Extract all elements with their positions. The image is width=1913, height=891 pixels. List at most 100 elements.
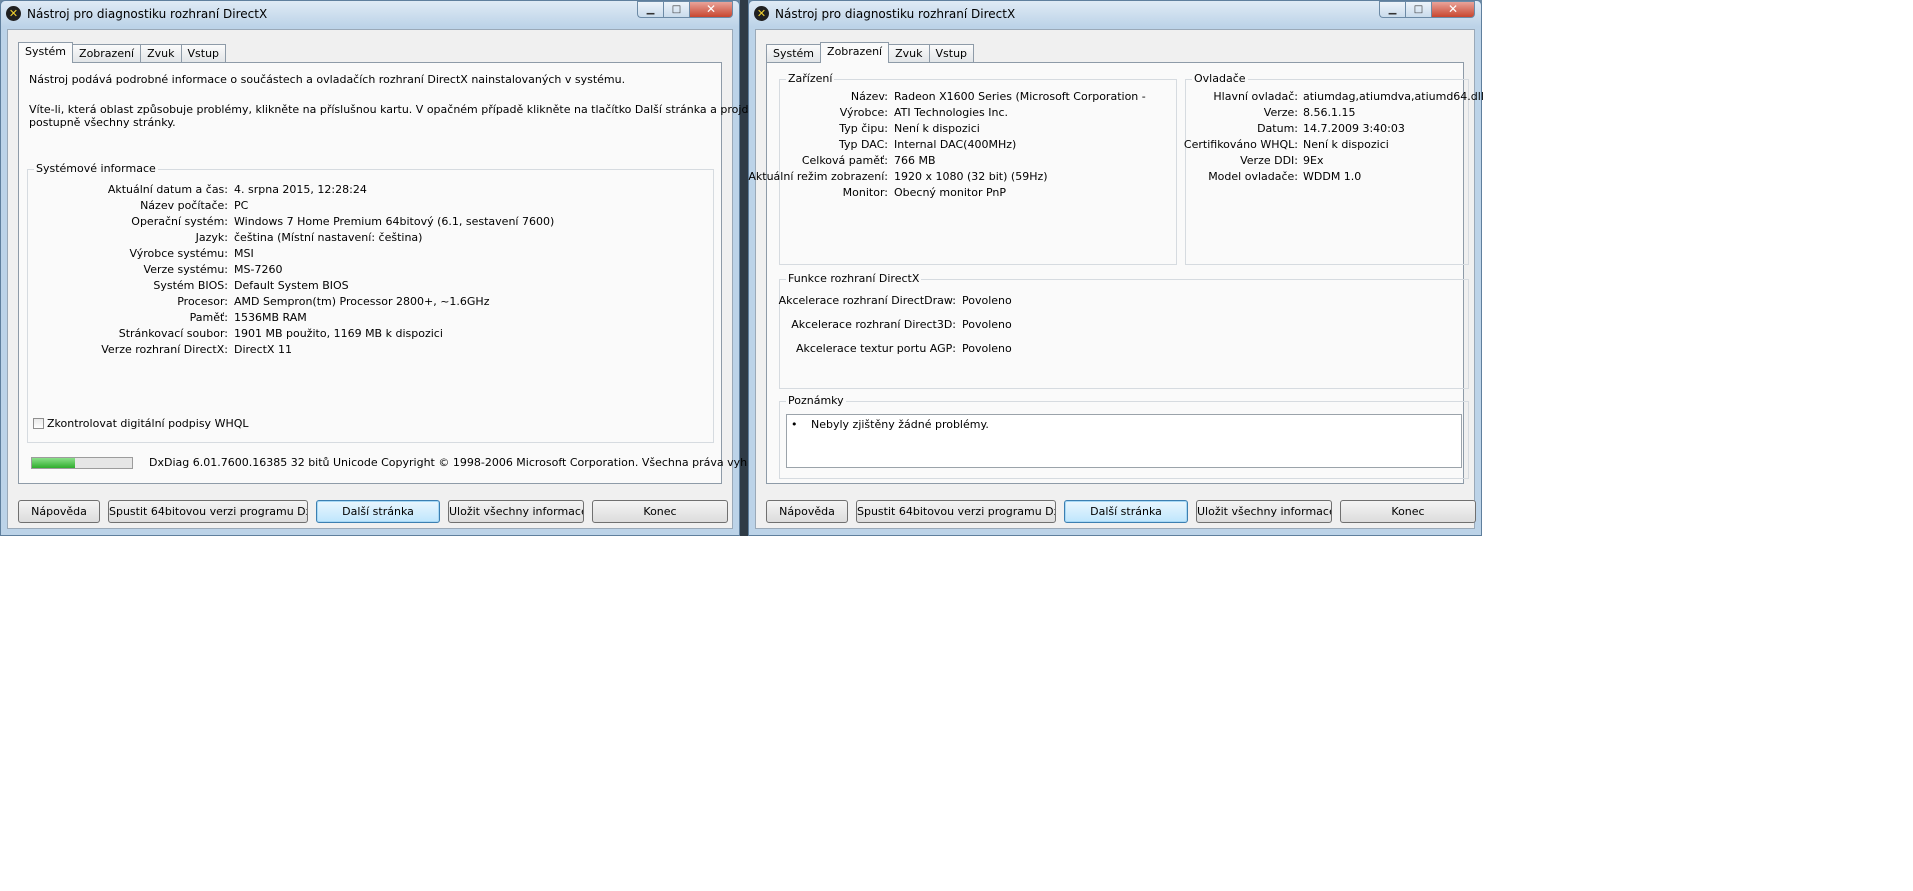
close-icon: ✕ xyxy=(705,2,717,16)
system-info-row-value: 1536MB RAM xyxy=(234,311,307,324)
system-info-row-label: Stránkovací soubor: xyxy=(118,327,228,340)
tab-input[interactable]: Vstup xyxy=(928,44,975,62)
system-info-row-value: Default System BIOS xyxy=(234,279,349,292)
device-row-value: Není k dispozici xyxy=(894,122,980,135)
system-info-row-label: Jazyk: xyxy=(195,231,228,244)
device-row-value: ATI Technologies Inc. xyxy=(894,106,1009,119)
driver-row-value: 9Ex xyxy=(1303,154,1324,167)
tab-panel-system: Nástroj podává podrobné informace o souč… xyxy=(18,62,788,484)
system-info-row: Paměť: 1536MB RAM xyxy=(28,311,713,327)
directx-icon: ✕ xyxy=(6,6,21,21)
system-info-row-label: Verze systému: xyxy=(143,263,228,276)
minimize-button[interactable]: ▁ xyxy=(637,1,663,18)
driver-row-value: Není k dispozici xyxy=(1303,138,1389,151)
whql-checkbox[interactable] xyxy=(33,418,44,429)
copyright-text: DxDiag 6.01.7600.16385 32 bitů Unicode C… xyxy=(149,456,789,469)
driver-row-value: atiumdag,atiumdva,atiumd64.dll xyxy=(1303,90,1484,103)
tab-display[interactable]: Zobrazení xyxy=(72,44,142,62)
driver-row-label: Verze DDI: xyxy=(1240,154,1298,167)
system-info-row-value: čeština (Místní nastavení: čeština) xyxy=(234,231,423,244)
help-button[interactable]: Nápověda xyxy=(18,500,100,523)
intro-text-2b: postupně všechny stránky. xyxy=(29,116,176,129)
device-row: Typ DAC: Internal DAC(400MHz) xyxy=(780,138,1176,154)
window-client: Systém Zobrazení Zvuk Vstup Nástroj podá… xyxy=(7,29,788,529)
save-all-button[interactable]: Uložit všechny informace... xyxy=(1196,500,1332,523)
device-row-label: Typ čipu: xyxy=(839,122,888,135)
maximize-icon: □ xyxy=(1413,4,1424,15)
device-row-label: Výrobce: xyxy=(839,106,888,119)
system-info-row-label: Verze rozhraní DirectX: xyxy=(101,343,228,356)
system-info-row: Procesor: AMD Sempron(tm) Processor 2800+… xyxy=(28,295,713,311)
window-title: Nástroj pro diagnostiku rozhraní DirectX xyxy=(27,7,268,21)
system-info-row-label: Procesor: xyxy=(177,295,228,308)
driver-row: Datum: 14.7.2009 3:40:03 xyxy=(1186,122,1468,138)
window-controls: ▁ □ ✕ xyxy=(1379,1,1475,18)
next-page-button[interactable]: Další stránka xyxy=(1064,500,1188,523)
system-info-row-value: MS-7260 xyxy=(234,263,283,276)
driver-row: Certifikováno WHQL: Není k dispozici xyxy=(1183,138,1468,154)
feature-row-label: Akcelerace rozhraní DirectDraw: xyxy=(778,294,956,307)
device-row-label: Název: xyxy=(850,90,888,103)
system-info-row: Výrobce systému: MSI xyxy=(28,247,713,263)
minimize-icon: ▁ xyxy=(646,4,655,15)
maximize-button[interactable]: □ xyxy=(663,1,689,18)
tab-display[interactable]: Zobrazení xyxy=(820,42,890,63)
title-bar[interactable]: ✕ Nástroj pro diagnostiku rozhraní Direc… xyxy=(1,1,739,27)
maximize-icon: □ xyxy=(671,4,682,15)
system-info-row-value: 4. srpna 2015, 12:28:24 xyxy=(234,183,367,196)
device-row-value: Internal DAC(400MHz) xyxy=(894,138,1017,151)
minimize-button[interactable]: ▁ xyxy=(1379,1,1405,18)
tab-strip: Systém Zobrazení Zvuk Vstup xyxy=(766,42,975,63)
driver-row-value: 14.7.2009 3:40:03 xyxy=(1303,122,1405,135)
tab-system[interactable]: Systém xyxy=(766,44,822,62)
tab-sound[interactable]: Zvuk xyxy=(888,44,930,62)
notes-title: Poznámky xyxy=(786,394,846,407)
system-info-row: Verze rozhraní DirectX: DirectX 11 xyxy=(28,343,713,359)
system-info-row: Stránkovací soubor: 1901 MB použito, 1169… xyxy=(28,327,713,343)
directx-features-group: Funkce rozhraní DirectX Akcelerace rozhr… xyxy=(778,272,1469,389)
system-info-row: Verze systému: MS-7260 xyxy=(28,263,713,279)
exit-button[interactable]: Konec xyxy=(592,500,728,523)
exit-button[interactable]: Konec xyxy=(1340,500,1476,523)
system-info-row-value: Windows 7 Home Premium 64bitový (6.1, se… xyxy=(234,215,555,228)
run-64bit-button[interactable]: Spustit 64bitovou verzi programu DxDiag xyxy=(856,500,1056,523)
system-info-row-value: DirectX 11 xyxy=(234,343,292,356)
next-page-button[interactable]: Další stránka xyxy=(316,500,440,523)
system-info-title: Systémové informace xyxy=(34,162,158,175)
device-row: Výrobce: ATI Technologies Inc. xyxy=(780,106,1176,122)
intro-text-1: Nástroj podává podrobné informace o souč… xyxy=(29,73,626,86)
run-64bit-button[interactable]: Spustit 64bitovou verzi programu DxDiag xyxy=(108,500,308,523)
feature-row-label: Akcelerace rozhraní Direct3D: xyxy=(791,318,956,331)
device-row-label: Celková paměť: xyxy=(801,154,888,167)
tab-system[interactable]: Systém xyxy=(18,42,74,63)
progress-fill xyxy=(32,458,75,468)
system-info-row-label: Aktuální datum a čas: xyxy=(107,183,228,196)
feature-row-value: Povoleno xyxy=(962,294,1012,307)
device-row-value: 1920 x 1080 (32 bit) (59Hz) xyxy=(894,170,1048,183)
system-info-row: Název počítače: PC xyxy=(28,199,713,215)
tab-input[interactable]: Vstup xyxy=(180,44,227,62)
help-button[interactable]: Nápověda xyxy=(766,500,848,523)
tab-sound[interactable]: Zvuk xyxy=(140,44,182,62)
device-row-value: Obecný monitor PnP xyxy=(894,186,1007,199)
driver-row-label: Certifikováno WHQL: xyxy=(1183,138,1298,151)
feature-row-label: Akcelerace textur portu AGP: xyxy=(795,342,956,355)
device-row: Monitor: Obecný monitor PnP xyxy=(780,186,1176,202)
whql-label[interactable]: Zkontrolovat digitální podpisy WHQL xyxy=(47,417,249,430)
close-button[interactable]: ✕ xyxy=(1431,1,1475,18)
close-button[interactable]: ✕ xyxy=(689,1,733,18)
feature-row: Akcelerace textur portu AGP: Povoleno xyxy=(780,342,1468,358)
device-row-value: Radeon X1600 Series (Microsoft Corporati… xyxy=(894,90,1146,103)
system-info-row-label: Systém BIOS: xyxy=(153,279,228,292)
title-bar[interactable]: ✕ Nástroj pro diagnostiku rozhraní Direc… xyxy=(749,1,1481,27)
directx-icon: ✕ xyxy=(754,6,769,21)
system-info-row-label: Název počítače: xyxy=(140,199,228,212)
notes-box[interactable]: • Nebyly zjištěny žádné problémy. xyxy=(786,414,1462,468)
save-all-button[interactable]: Uložit všechny informace... xyxy=(448,500,584,523)
maximize-button[interactable]: □ xyxy=(1405,1,1431,18)
system-info-row-label: Paměť: xyxy=(189,311,228,324)
driver-row-label: Hlavní ovladač: xyxy=(1213,90,1298,103)
device-group: Zařízení Název: Radeon X1600 Series (Micr… xyxy=(748,72,1177,265)
system-info-row: Operační systém: Windows 7 Home Premium 6… xyxy=(28,215,713,231)
bullet-icon: • xyxy=(791,418,798,431)
